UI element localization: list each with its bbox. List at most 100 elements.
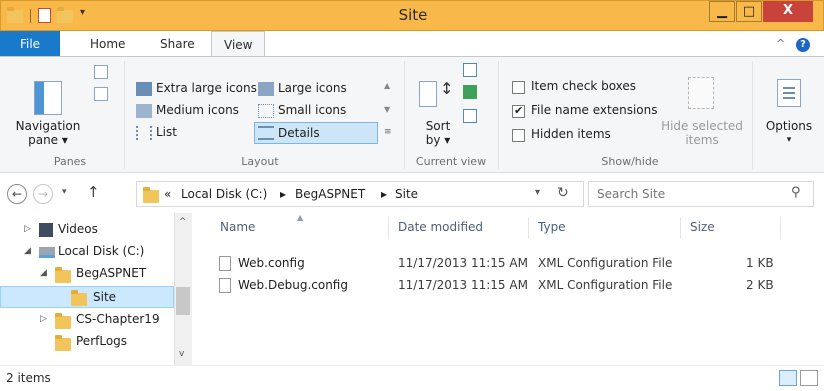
tree-item-site[interactable]: Site xyxy=(0,286,174,308)
tab-share[interactable]: Share xyxy=(148,31,207,57)
large-icons-button[interactable]: Large icons xyxy=(256,78,366,100)
extra-large-icons-button[interactable]: Extra large icons xyxy=(134,78,257,100)
chevron-down-icon: ▾ xyxy=(786,135,792,145)
tab-home[interactable]: Home xyxy=(78,31,137,57)
list-button[interactable]: List xyxy=(134,122,256,144)
item-check-boxes-checkbox[interactable] xyxy=(512,81,525,94)
nav-scroll-thumb[interactable] xyxy=(176,287,190,315)
large-icons-view-icon[interactable] xyxy=(800,370,818,386)
layout-more-icon[interactable]: ≡ xyxy=(384,127,392,137)
back-button[interactable]: ← xyxy=(7,184,27,204)
collapse-icon[interactable]: ◢ xyxy=(24,246,31,256)
hide-selected-items-button[interactable]: Hide selected items xyxy=(660,119,744,147)
breadcrumb-arrow[interactable]: ▸ xyxy=(381,187,387,201)
address-dropdown-icon[interactable]: ▾ xyxy=(535,187,540,198)
sort-by-button[interactable]: Sort by ▾ xyxy=(418,119,458,147)
tree-item-begaspnet[interactable]: ◢ BegASPNET xyxy=(0,263,174,285)
column-separator[interactable] xyxy=(388,217,389,239)
ribbon-separator xyxy=(498,61,499,169)
refresh-icon[interactable]: ↻ xyxy=(557,185,569,201)
preview-pane-icon[interactable] xyxy=(94,65,108,79)
tab-view[interactable]: View xyxy=(211,31,266,57)
breadcrumb-site[interactable]: Site xyxy=(395,187,418,201)
column-header-size[interactable]: Size xyxy=(690,220,715,234)
minimize-icon: ▁ xyxy=(717,4,727,19)
up-button[interactable]: ↑ xyxy=(87,183,100,201)
forward-button[interactable]: → xyxy=(33,184,53,204)
sort-by-icon xyxy=(419,81,437,107)
options-button[interactable]: Options ▾ xyxy=(760,119,818,147)
tree-item-local-disk[interactable]: ◢ Local Disk (C:) xyxy=(0,241,174,263)
breadcrumb-arrow[interactable]: ▸ xyxy=(280,187,286,201)
small-icons-button[interactable]: Small icons xyxy=(256,100,366,122)
tree-item-videos[interactable]: ▷ Videos xyxy=(0,219,174,241)
breadcrumb-local-disk[interactable]: Local Disk (C:) xyxy=(181,187,267,201)
search-box[interactable]: ⚲ xyxy=(588,181,814,207)
ribbon-separator xyxy=(124,61,125,169)
title-bar: ▾ Site ▁ □ X xyxy=(0,0,824,31)
details-button[interactable]: Details xyxy=(254,122,378,144)
item-count: 2 items xyxy=(6,371,51,385)
add-columns-icon[interactable] xyxy=(463,85,477,99)
file-name-extensions-checkbox[interactable] xyxy=(512,104,525,118)
table-row[interactable]: Web.Debug.config 11/17/2013 11:15 AM XML… xyxy=(216,275,776,297)
column-header-name[interactable]: Name xyxy=(220,220,255,234)
help-icon[interactable]: ? xyxy=(796,38,810,52)
details-icon xyxy=(258,126,274,140)
maximize-button[interactable]: □ xyxy=(736,1,762,22)
status-bar: 2 items xyxy=(0,365,824,391)
small-icons-icon xyxy=(258,104,274,118)
folder-icon xyxy=(55,267,71,283)
minimize-button[interactable]: ▁ xyxy=(709,1,735,22)
details-pane-icon[interactable] xyxy=(94,87,108,101)
address-row: ← → ▾ ↑ « Local Disk (C:) ▸ BegASPNET ▸ … xyxy=(0,173,824,213)
show-hide-group-label: Show/hide xyxy=(601,155,659,168)
hide-selected-items-icon xyxy=(688,77,714,109)
collapse-ribbon-icon[interactable]: ^ xyxy=(776,37,785,50)
close-button[interactable]: X xyxy=(763,1,813,22)
medium-icons-icon xyxy=(136,104,152,118)
layout-scroll-up-icon[interactable]: ▲ xyxy=(384,81,390,90)
navigation-pane-button[interactable]: Navigation pane ▾ xyxy=(14,119,82,147)
group-by-icon[interactable] xyxy=(463,63,477,77)
window-title: Site xyxy=(398,6,428,24)
scroll-down-icon[interactable]: v xyxy=(179,349,184,359)
hidden-items-checkbox[interactable] xyxy=(512,129,525,142)
navigation-pane-icon xyxy=(34,81,62,115)
current-view-group-label: Current view xyxy=(415,155,487,168)
scroll-up-icon[interactable]: ^ xyxy=(179,217,187,227)
navigation-pane: ▷ Videos ◢ Local Disk (C:) ◢ BegASPNET S… xyxy=(0,213,192,365)
tab-file[interactable]: File xyxy=(0,31,60,57)
address-bar[interactable]: « Local Disk (C:) ▸ BegASPNET ▸ Site ▾ ↻ xyxy=(136,181,584,207)
medium-icons-button[interactable]: Medium icons xyxy=(134,100,256,122)
layout-scroll-down-icon[interactable]: ▼ xyxy=(384,105,390,114)
videos-icon xyxy=(39,223,53,237)
folder-icon xyxy=(55,313,71,329)
address-overflow[interactable]: « xyxy=(164,187,171,201)
column-header-date-modified[interactable]: Date modified xyxy=(398,220,483,234)
ribbon: Navigation pane ▾ Panes Extra large icon… xyxy=(0,56,824,173)
panes-group-label: Panes xyxy=(53,155,87,168)
details-view-icon[interactable] xyxy=(779,370,797,386)
search-input[interactable] xyxy=(597,185,777,203)
column-header-type[interactable]: Type xyxy=(538,220,566,234)
column-separator[interactable] xyxy=(528,217,529,239)
large-icons-icon xyxy=(258,82,274,96)
column-separator[interactable] xyxy=(780,217,781,239)
expand-icon[interactable]: ▷ xyxy=(24,224,31,234)
table-row[interactable]: Web.config 11/17/2013 11:15 AM XML Confi… xyxy=(216,253,776,275)
expand-icon[interactable]: ▷ xyxy=(40,314,47,324)
tree-item-perflogs[interactable]: PerfLogs xyxy=(0,331,174,353)
sort-ascending-icon: ▲ xyxy=(297,213,304,222)
collapse-icon[interactable]: ◢ xyxy=(40,268,47,278)
list-icon xyxy=(136,126,152,140)
breadcrumb-begaspnet[interactable]: BegASPNET xyxy=(295,187,365,201)
recent-locations-icon[interactable]: ▾ xyxy=(62,187,67,197)
ribbon-tabs: File Home Share View ^ ? xyxy=(0,31,824,57)
tree-item-cs-chapter19[interactable]: ▷ CS-Chapter19 xyxy=(0,309,174,331)
search-icon[interactable]: ⚲ xyxy=(791,185,801,200)
column-separator[interactable] xyxy=(680,217,681,239)
layout-group-label: Layout xyxy=(241,155,279,168)
size-columns-icon[interactable] xyxy=(463,109,477,123)
extra-large-icons-icon xyxy=(136,82,152,96)
